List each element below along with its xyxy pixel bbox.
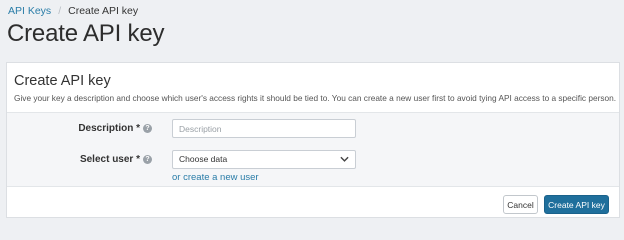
breadcrumb-api-keys-link[interactable]: API Keys xyxy=(8,5,51,17)
help-icon[interactable]: ? xyxy=(143,124,152,133)
select-user-value: Choose data xyxy=(179,154,228,164)
card-title: Create API key xyxy=(14,73,111,89)
chevron-down-icon xyxy=(340,156,349,162)
create-api-key-card: Create API key Give your key a descripti… xyxy=(6,62,620,218)
select-user-dropdown[interactable]: Choose data xyxy=(172,150,356,169)
form-body: Description * ? Select user * ? Choose d… xyxy=(7,112,619,187)
help-icon[interactable]: ? xyxy=(143,155,152,164)
breadcrumb: API Keys / Create API key xyxy=(8,5,138,17)
card-description: Give your key a description and choose w… xyxy=(14,93,617,103)
card-header: Create API key Give your key a descripti… xyxy=(7,63,619,111)
select-user-label-text: Select user * xyxy=(79,154,140,165)
description-label: Description * ? xyxy=(78,123,152,134)
cancel-button[interactable]: Cancel xyxy=(503,195,538,214)
description-input[interactable] xyxy=(172,119,356,138)
breadcrumb-separator: / xyxy=(58,5,62,17)
select-user-row: Select user * ? Choose data xyxy=(7,150,619,170)
create-api-key-button[interactable]: Create API key xyxy=(544,195,609,214)
description-row: Description * ? xyxy=(7,119,619,139)
create-new-user-link[interactable]: or create a new user xyxy=(172,172,259,183)
select-user-label: Select user * ? xyxy=(80,154,152,165)
breadcrumb-current: Create API key xyxy=(68,5,139,17)
description-label-text: Description * xyxy=(78,123,140,134)
page-title: Create API key xyxy=(7,20,165,47)
